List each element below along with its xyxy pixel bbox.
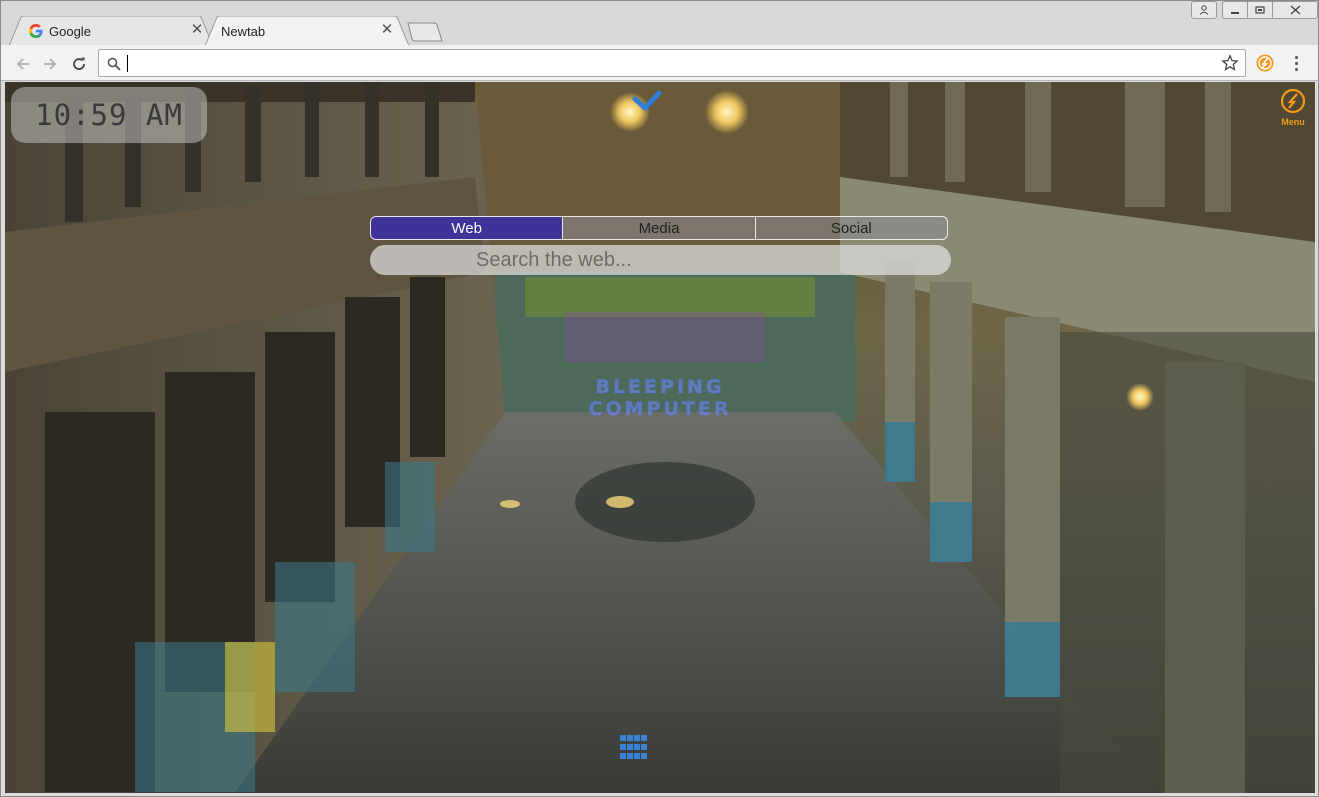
back-button[interactable] [12, 53, 34, 75]
checkmark-icon [632, 90, 662, 111]
tab-label: Newtab [221, 24, 266, 39]
reload-icon [73, 57, 85, 70]
search-tab-media[interactable]: Media [563, 217, 756, 239]
new-tab-button[interactable] [406, 22, 444, 42]
search-category-tabs: Web Media Social [370, 216, 948, 240]
menu-dot [1294, 61, 1298, 65]
apps-grid-button[interactable] [619, 734, 649, 762]
close-icon [1290, 5, 1300, 15]
apps-grid-icon [634, 744, 640, 750]
browser-menu-button[interactable] [1288, 53, 1304, 73]
toolbar [1, 45, 1318, 81]
google-g-icon [29, 24, 43, 38]
tab-close-icon[interactable]: ✕ [379, 22, 395, 38]
newtab-page: 10:59 AM Menu Web Media Social BLEEPING … [5, 82, 1315, 793]
apps-grid-icon [627, 744, 633, 750]
address-bar[interactable] [98, 49, 1246, 77]
forward-button[interactable] [39, 53, 61, 75]
close-window-button[interactable] [1272, 1, 1318, 19]
watermark-line: COMPUTER [588, 398, 732, 421]
bleepingcomputer-watermark: BLEEPING COMPUTER [565, 376, 755, 421]
forward-arrow-icon [44, 58, 57, 70]
menu-label: Menu [1281, 117, 1305, 127]
address-input[interactable] [126, 53, 1206, 73]
newtab-menu-button[interactable]: Menu [1277, 88, 1309, 128]
apps-grid-icon [620, 744, 626, 750]
tab-label: Google [49, 24, 91, 39]
apps-grid-icon [641, 744, 647, 750]
tab-strip: Google ✕ Newtab ✕ [1, 1, 1318, 46]
background-image [5, 82, 1315, 793]
apps-grid-icon [627, 753, 633, 759]
menu-logo-icon [1280, 88, 1306, 114]
profile-button[interactable] [1191, 1, 1217, 19]
clock-widget: 10:59 AM [11, 87, 207, 143]
minimize-button[interactable] [1222, 1, 1248, 19]
search-tab-web[interactable]: Web [371, 217, 564, 239]
restore-icon [1255, 6, 1265, 14]
minimize-icon [1231, 12, 1239, 14]
tab-google[interactable]: Google ✕ [9, 16, 213, 46]
apps-grid-icon [627, 735, 633, 741]
search-tab-social[interactable]: Social [756, 217, 947, 239]
menu-dot [1294, 55, 1298, 59]
restore-button[interactable] [1247, 1, 1273, 19]
menu-dot [1294, 67, 1298, 71]
apps-grid-icon [634, 753, 640, 759]
extension-icon[interactable] [1255, 53, 1275, 73]
apps-grid-icon [634, 735, 640, 741]
tab-close-icon[interactable]: ✕ [189, 22, 205, 38]
back-arrow-icon [16, 58, 29, 70]
browser-window: Google ✕ Newtab ✕ 10:59 AM Menu Web Medi… [0, 0, 1319, 797]
web-search-input[interactable] [370, 245, 951, 275]
apps-grid-icon [641, 753, 647, 759]
apps-grid-icon [620, 753, 626, 759]
watermark-line: BLEEPING [595, 376, 725, 399]
user-icon [1199, 5, 1209, 15]
bookmark-star-icon[interactable] [1221, 54, 1239, 72]
apps-grid-icon [620, 735, 626, 741]
tab-newtab[interactable]: Newtab ✕ [205, 16, 409, 46]
reload-button[interactable] [68, 53, 90, 75]
search-icon [107, 57, 121, 71]
apps-grid-icon [641, 735, 647, 741]
